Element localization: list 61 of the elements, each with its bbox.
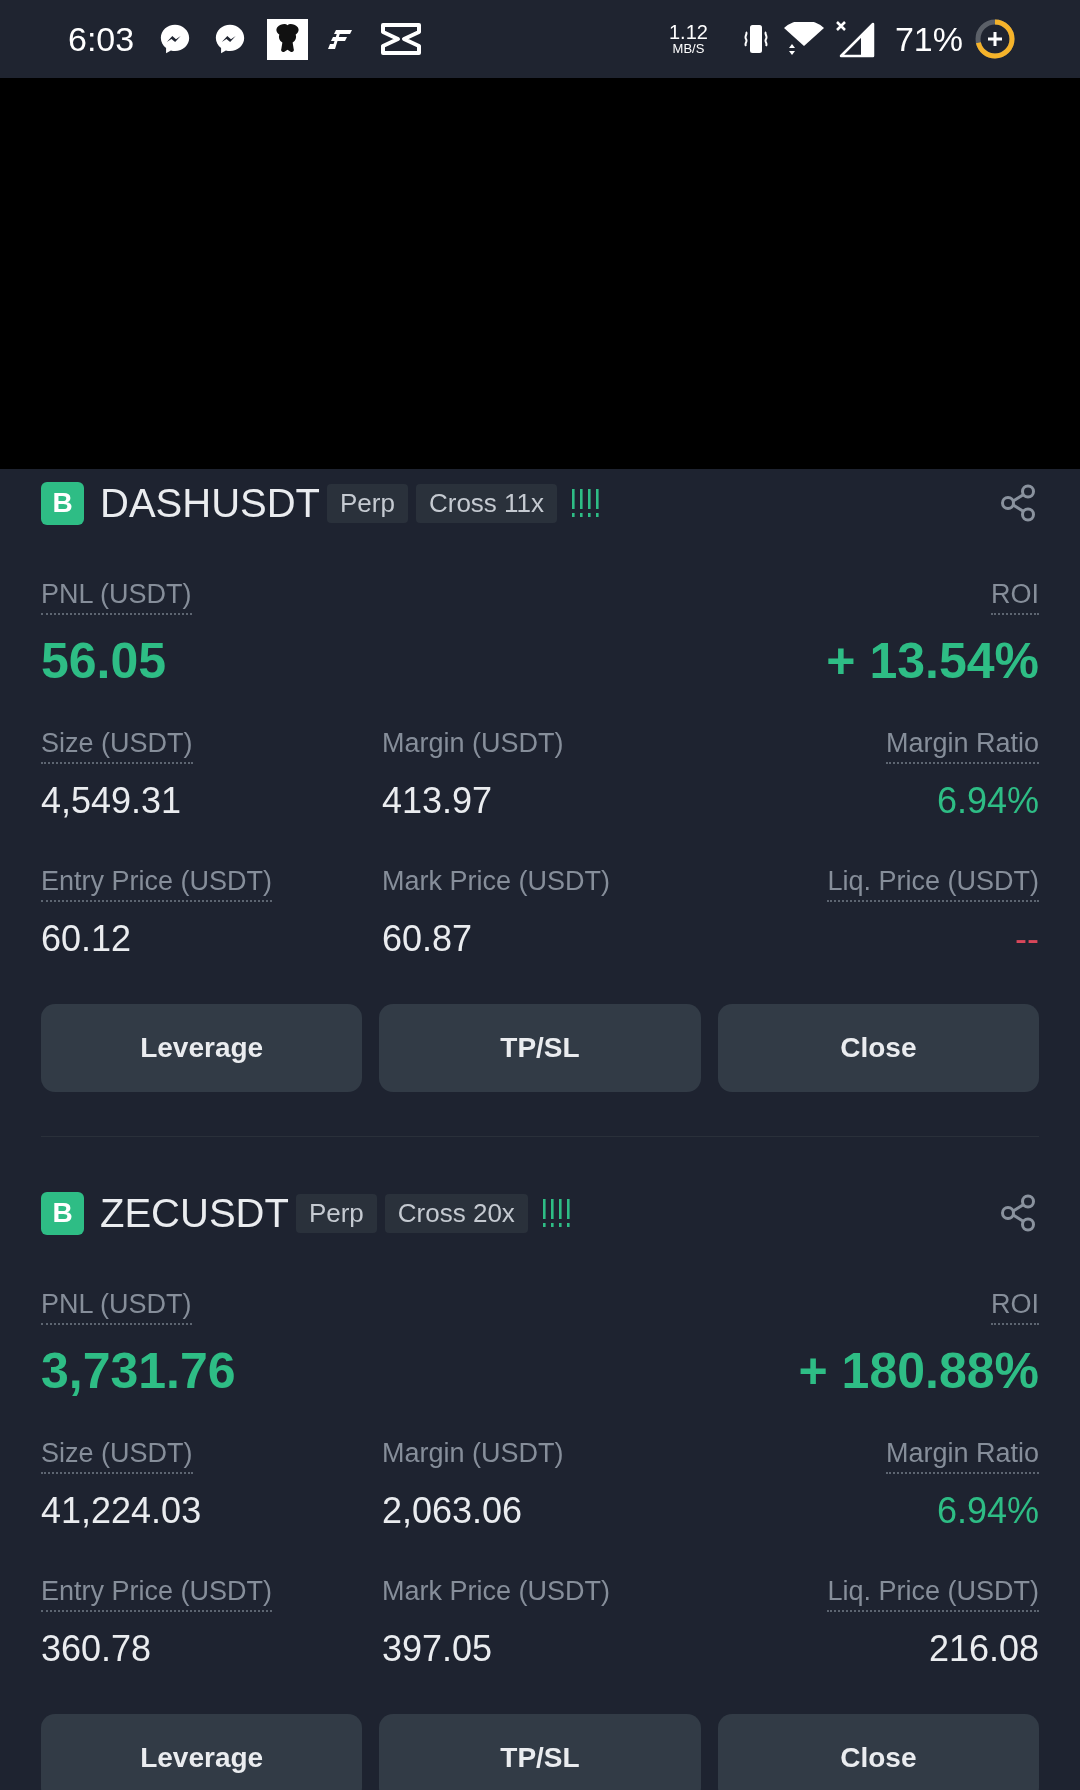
pnl-value: 3,731.76 [41, 1343, 236, 1399]
tag: Cross 11x [415, 483, 558, 523]
tag: Perp [295, 1193, 377, 1233]
tag: Cross 20x [384, 1193, 528, 1233]
field-label: Mark Price (USDT) [382, 865, 610, 898]
wifi-icon [782, 22, 825, 56]
field-label: Entry Price (USDT) [41, 1574, 273, 1612]
battery-percent: 71% [894, 22, 963, 56]
field-label: Liq. Price (USDT) [827, 1574, 1039, 1612]
field-value: -- [1015, 918, 1039, 960]
action-button[interactable]: Leverage [41, 1714, 363, 1790]
vibrate-icon [743, 22, 768, 56]
field-label: PNL (USDT) [41, 1287, 192, 1325]
exchange-badge: B [41, 1191, 84, 1235]
field-value: 216.08 [928, 1628, 1039, 1670]
exclamation-marks-icon [571, 488, 602, 518]
roi-value: + 13.54% [826, 633, 1039, 689]
field-label: Size (USDT) [41, 726, 193, 764]
symbol-name: DASHUSDT [100, 483, 321, 523]
action-button[interactable]: TP/SL [379, 1714, 701, 1790]
field-label: Size (USDT) [41, 1436, 193, 1474]
field-label: Margin Ratio [885, 726, 1039, 764]
field-value: 6.94% [936, 1490, 1039, 1532]
field-label: Margin (USDT) [382, 1437, 564, 1470]
share-icon[interactable] [1000, 484, 1036, 522]
field-value: 2,063.06 [382, 1490, 523, 1532]
action-button[interactable]: Close [717, 1714, 1039, 1790]
logo-icon [327, 28, 354, 50]
status-time: 6:03 [68, 22, 135, 56]
exchange-badge: B [41, 481, 84, 525]
field-value: 60.12 [41, 918, 132, 960]
roi-value: + 180.88% [798, 1343, 1039, 1399]
field-label: Entry Price (USDT) [41, 864, 273, 902]
field-label: ROI [991, 577, 1039, 615]
field-label: Margin (USDT) [382, 727, 564, 760]
field-label: Mark Price (USDT) [382, 1575, 610, 1608]
field-label: Liq. Price (USDT) [827, 864, 1039, 902]
field-value: 4,549.31 [41, 780, 182, 822]
symbol-name: ZECUSDT [100, 1193, 289, 1233]
field-label: ROI [991, 1287, 1039, 1325]
battery-icon [975, 19, 1015, 59]
field-label: Margin Ratio [885, 1436, 1039, 1474]
network-speed: 1.12 [669, 22, 708, 42]
action-button[interactable]: Leverage [41, 1004, 363, 1092]
field-value: 60.87 [382, 918, 473, 960]
action-button[interactable]: TP/SL [379, 1004, 701, 1092]
app-icon [267, 18, 309, 60]
field-value: 41,224.03 [41, 1490, 202, 1532]
tag: Perp [327, 483, 408, 523]
field-label: PNL (USDT) [41, 577, 192, 615]
exclamation-marks-icon [541, 1198, 572, 1228]
field-value: 6.94% [936, 780, 1039, 822]
share-icon[interactable] [1000, 1194, 1036, 1232]
field-value: 413.97 [382, 780, 493, 822]
logo-icon [380, 22, 423, 56]
signal-icon [834, 20, 875, 58]
pnl-value: 56.05 [41, 633, 167, 689]
network-speed-unit: MB/S [672, 42, 705, 56]
field-value: 360.78 [41, 1628, 152, 1670]
action-button[interactable]: Close [717, 1004, 1039, 1092]
field-value: 397.05 [382, 1628, 493, 1670]
